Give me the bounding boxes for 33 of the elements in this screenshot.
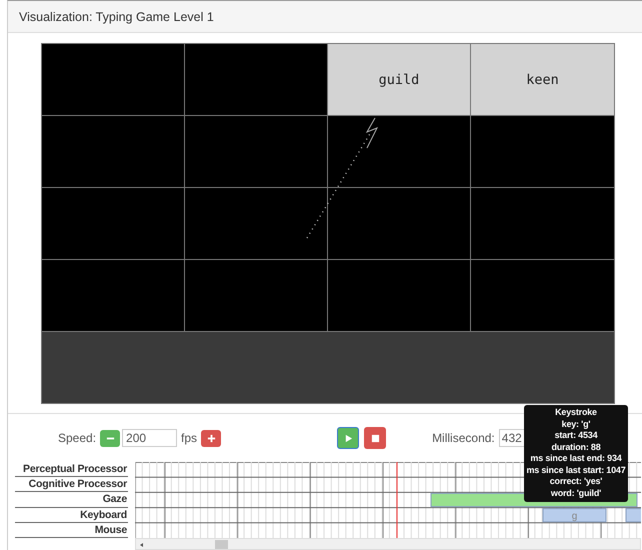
stop-button[interactable]: [364, 427, 386, 449]
tooltip-line: ms since last end: 934: [529, 453, 623, 464]
word-tile: guild: [328, 44, 471, 116]
tooltip-line: correct: 'yes': [548, 476, 604, 488]
track-label: Keyboard: [15, 508, 128, 523]
horizontal-scrollbar[interactable]: [135, 538, 641, 550]
speed-field[interactable]: 200: [122, 429, 178, 447]
track-label: Cognitive Processor: [15, 477, 128, 492]
plus-button[interactable]: [201, 430, 222, 446]
scroll-left-icon[interactable]: [139, 542, 145, 548]
plus-icon: [206, 434, 216, 442]
panel-title: Visualization: Typing Game Level 1: [19, 10, 214, 24]
stop-icon: [370, 434, 380, 442]
track-label: Perceptual Processor: [15, 462, 128, 478]
word-tile: keen: [471, 44, 614, 116]
tooltip-line: key: 'g': [560, 418, 592, 430]
event-bar[interactable]: [542, 508, 606, 522]
track-label: Gaze: [15, 492, 128, 508]
tooltip-line: ms since last start: 1047: [525, 464, 627, 476]
millisecond-label: Millisecond:: [432, 431, 495, 445]
track-label: Mouse: [15, 522, 128, 538]
fps-label: fps: [181, 431, 198, 445]
play-icon: [344, 434, 353, 442]
tooltip-line: duration: 88: [550, 442, 602, 453]
tooltip-line: word: 'guild': [550, 488, 602, 499]
tooltip-line: start: 4534: [554, 430, 599, 442]
bar-label: g: [572, 511, 578, 522]
scrollbar-thumb[interactable]: [215, 540, 228, 549]
minus-button[interactable]: [100, 430, 120, 446]
tooltip-title: Keystroke: [554, 407, 598, 418]
play-button[interactable]: [337, 427, 360, 449]
event-bar[interactable]: [626, 508, 641, 522]
speed-label: Speed:: [58, 431, 96, 445]
